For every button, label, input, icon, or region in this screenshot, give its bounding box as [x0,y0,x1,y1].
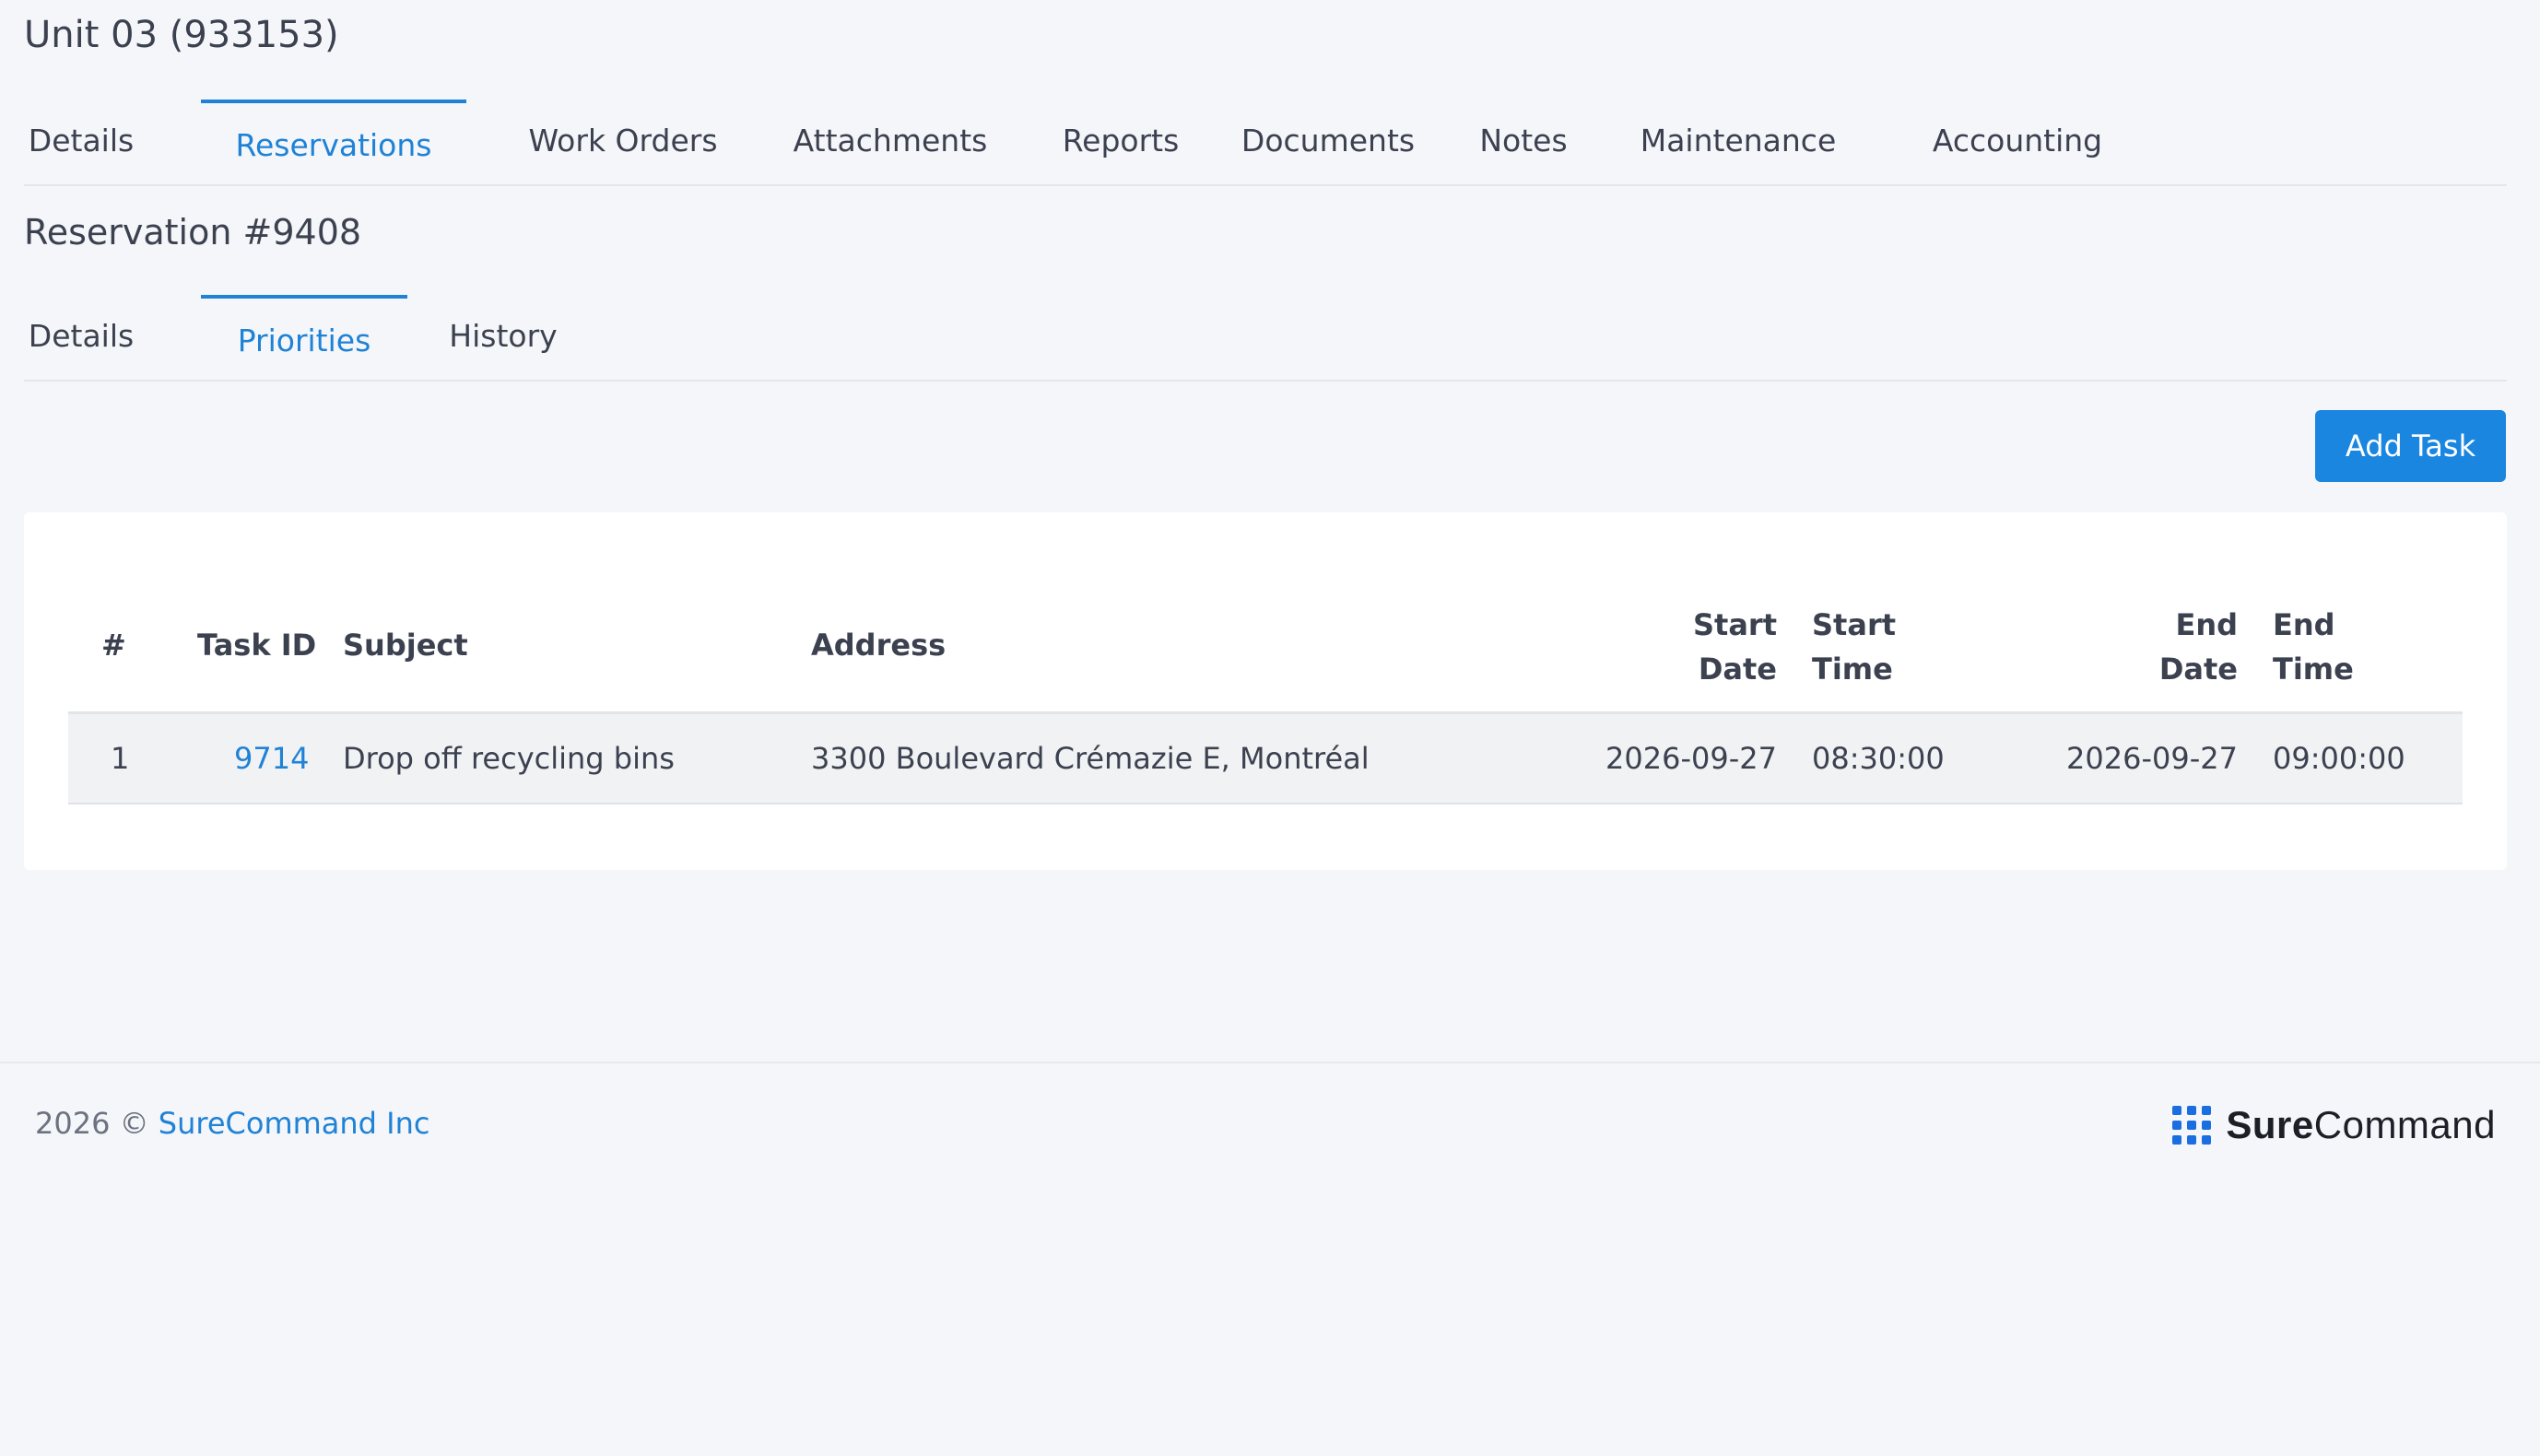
header-start-time: Start Time [1812,603,1896,691]
subtab-priorities[interactable]: Priorities [201,295,407,382]
header-end-time-line2: Time [2273,652,2354,687]
task-address: 3300 Boulevard Crémazie E, Montréal [811,741,1370,776]
copyright: 2026 © SureCommand Inc [35,1100,429,1146]
subtab-details[interactable]: Details [24,295,138,378]
header-start-date-line1: Start [1692,607,1777,642]
tab-reservations[interactable]: Reservations [201,100,466,186]
header-task-id: Task ID [197,628,317,663]
brand-name: SureCommand [2226,1103,2496,1147]
tab-attachments[interactable]: Attachments [767,100,1014,182]
tab-work-orders[interactable]: Work Orders [500,100,747,182]
task-end-date: 2026-09-27 [2066,741,2238,776]
header-start-time-line1: Start [1812,607,1897,642]
header-end-time: End Time [2273,603,2354,691]
tasks-table: # Task ID Subject Address Start Date Sta… [68,579,2463,804]
tab-reports[interactable]: Reports [1036,100,1205,182]
brand-name-part2: Command [2313,1103,2496,1146]
table-header: # Task ID Subject Address Start Date Sta… [68,579,2463,714]
main-tab-bar: Details Reservations Work Orders Attachm… [24,100,2507,186]
tab-documents[interactable]: Documents [1226,100,1430,182]
subtab-history[interactable]: History [431,295,575,378]
header-subject: Subject [343,628,468,663]
header-end-date: End Date [2096,603,2238,691]
task-id-link[interactable]: 9714 [234,714,309,803]
tab-maintenance[interactable]: Maintenance [1618,100,1858,182]
header-address: Address [811,628,947,663]
header-end-time-line1: End [2273,607,2335,642]
header-start-time-line2: Time [1812,652,1893,687]
header-start-date: Start Date [1635,603,1777,691]
header-end-date-line2: Date [2158,652,2238,687]
task-end-time: 09:00:00 [2273,741,2405,776]
row-number: 1 [111,741,130,776]
footer: 2026 © SureCommand Inc SureCommand [0,1062,2540,1456]
tab-details[interactable]: Details [24,100,138,182]
header-number: # [101,628,126,663]
task-start-time: 08:30:00 [1812,741,1945,776]
page-title: Unit 03 (933153) [24,14,339,56]
company-link[interactable]: SureCommand Inc [159,1106,430,1141]
reservation-title: Reservation #9408 [24,212,362,252]
task-subject: Drop off recycling bins [343,741,675,776]
task-start-date: 2026-09-27 [1605,741,1777,776]
brand-name-part1: Sure [2226,1103,2314,1146]
grid-logo-icon [2172,1106,2212,1145]
header-start-date-line2: Date [1698,652,1777,687]
tab-accounting[interactable]: Accounting [1904,100,2131,182]
copyright-prefix: 2026 © [35,1106,149,1141]
tasks-card: # Task ID Subject Address Start Date Sta… [24,512,2507,870]
tab-notes[interactable]: Notes [1462,100,1585,182]
brand-logo: SureCommand [2172,1097,2496,1154]
table-row[interactable]: 1 9714 Drop off recycling bins 3300 Boul… [68,714,2463,804]
sub-tab-bar: Details Priorities History [24,295,2507,382]
header-end-date-line1: End [2175,607,2238,642]
add-task-button[interactable]: Add Task [2315,410,2506,482]
